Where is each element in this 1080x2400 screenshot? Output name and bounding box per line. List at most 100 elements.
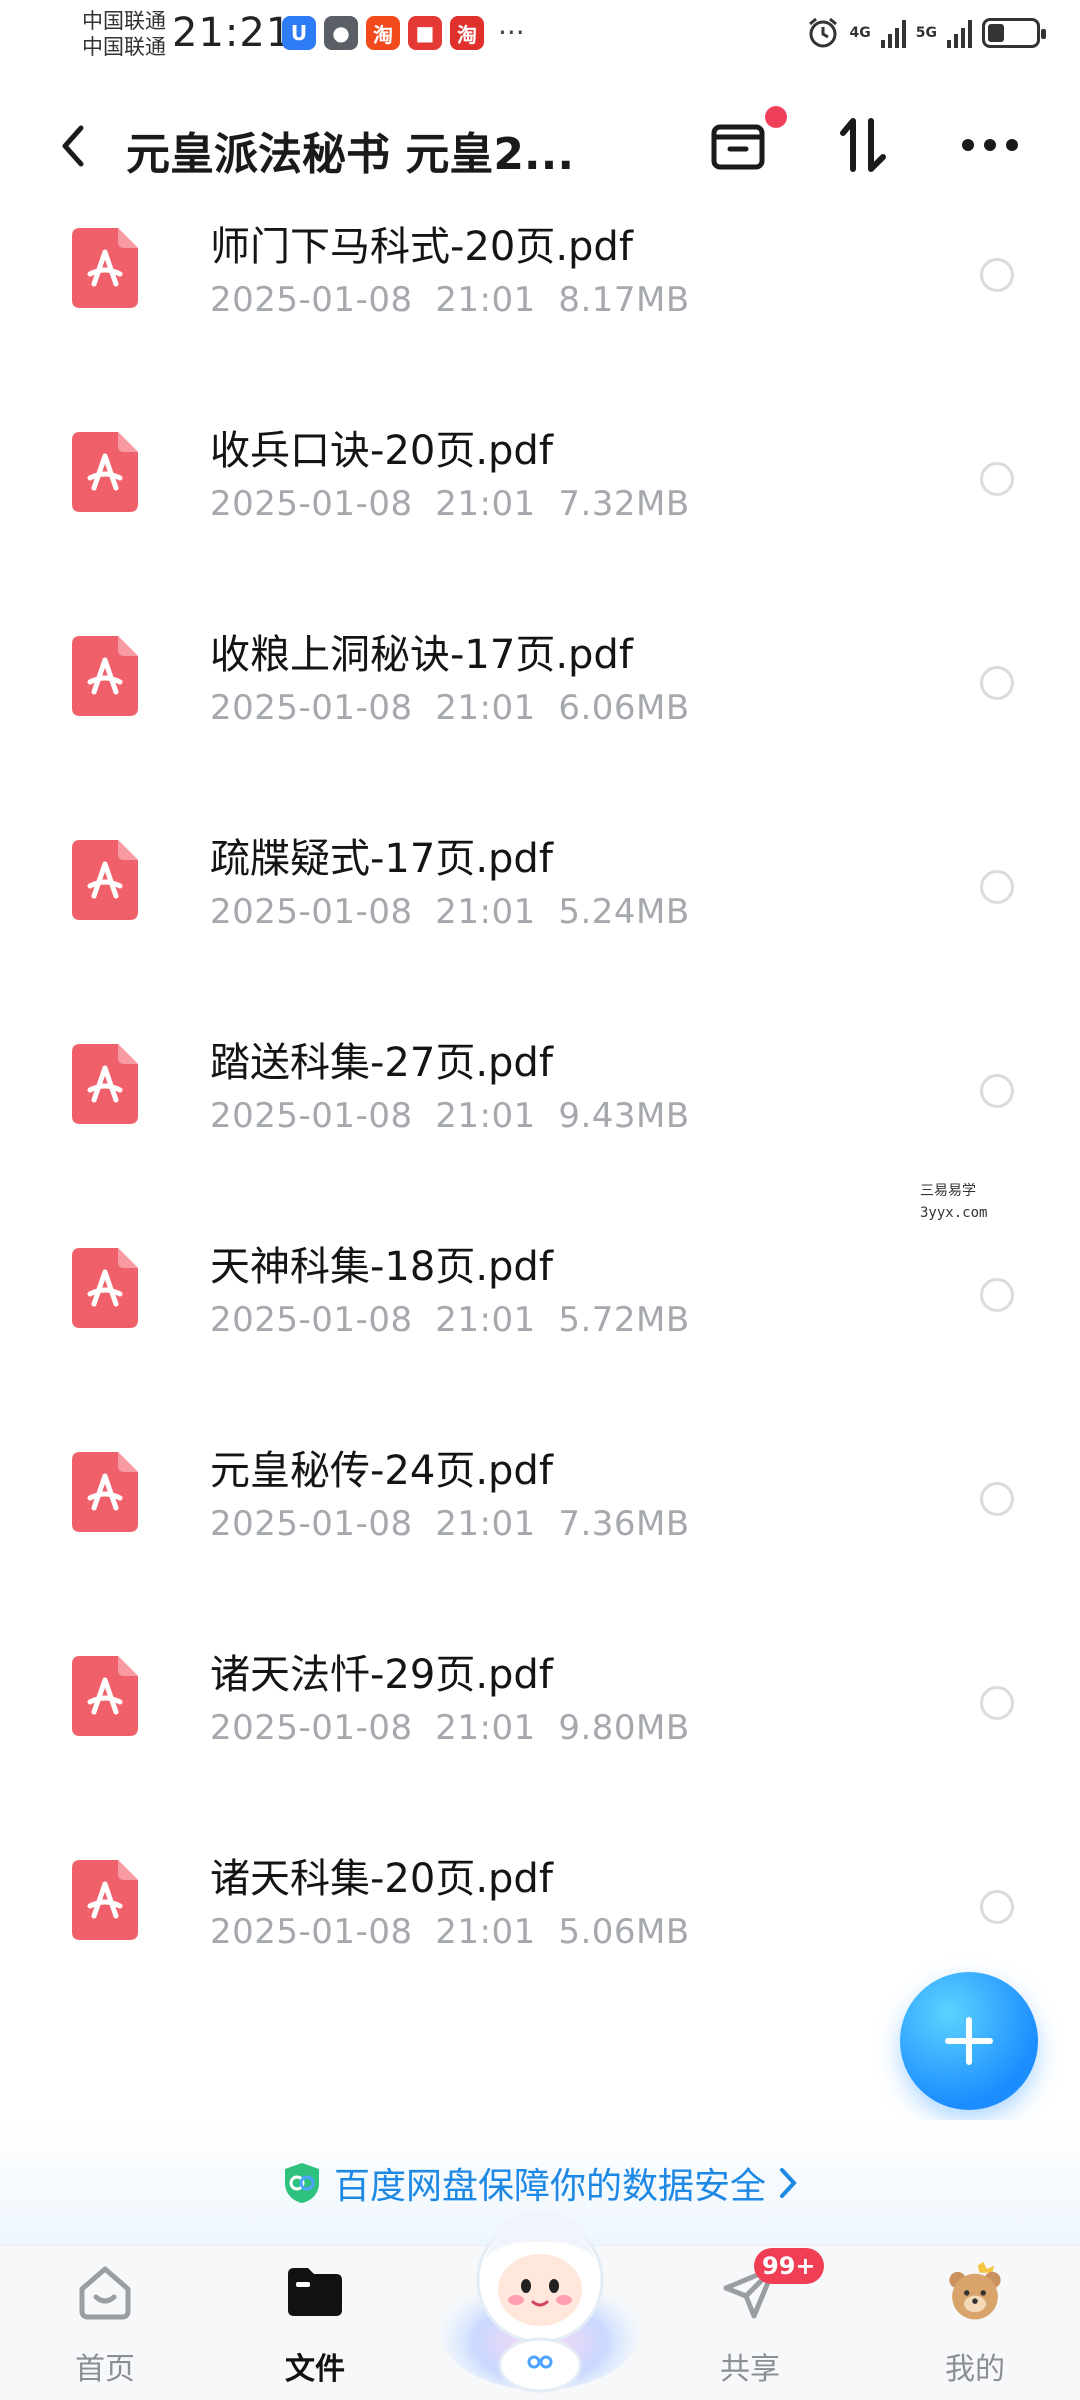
share-badge: 99+ — [754, 2248, 824, 2284]
file-size: 9.43MB — [558, 1096, 690, 1136]
file-name: 元皇秘传-24页.pdf — [210, 1448, 553, 1494]
watermark-line-2: 3yyx.com — [920, 1205, 988, 1221]
pdf-file-icon — [72, 432, 138, 512]
taobao-icon: 淘 — [366, 16, 400, 50]
uc-icon: U — [282, 16, 316, 50]
tab-share[interactable]: 99+ 共享 — [680, 2246, 824, 2400]
file-meta: 2025-01-08 21:01 9.43MB — [210, 1096, 690, 1136]
file-time: 21:01 — [435, 280, 536, 320]
file-time: 21:01 — [435, 688, 536, 728]
file-name: 师门下马科式-20页.pdf — [210, 224, 633, 270]
tab-share-label: 共享 — [720, 2352, 780, 2387]
signal-2-icon — [947, 18, 972, 48]
paper-plane-icon: 99+ — [718, 2248, 824, 2324]
pdf-file-icon — [72, 1044, 138, 1124]
file-size: 8.17MB — [558, 280, 690, 320]
file-row[interactable]: 诸天法忏-29页.pdf 2025-01-08 21:01 9.80MB — [0, 1590, 1080, 1794]
file-size: 5.72MB — [558, 1300, 690, 1340]
file-time: 21:01 — [435, 1912, 536, 1952]
file-row[interactable]: 踏送科集-27页.pdf 2025-01-08 21:01 9.43MB — [0, 978, 1080, 1182]
book-icon: ■ — [408, 16, 442, 50]
pdf-file-icon — [72, 228, 138, 308]
pdf-file-icon — [72, 636, 138, 716]
file-meta: 2025-01-08 21:01 7.32MB — [210, 484, 690, 524]
file-row[interactable]: 收兵口诀-20页.pdf 2025-01-08 21:01 7.32MB — [0, 366, 1080, 570]
file-meta: 2025-01-08 21:01 8.17MB — [210, 280, 690, 320]
add-button[interactable] — [900, 1972, 1038, 2110]
file-size: 5.06MB — [558, 1912, 690, 1952]
file-date: 2025-01-08 — [210, 484, 413, 524]
file-row[interactable]: 元皇秘传-24页.pdf 2025-01-08 21:01 7.36MB — [0, 1386, 1080, 1590]
select-checkbox[interactable] — [980, 1890, 1014, 1924]
notification-icons: U ● 淘 ■ 淘 ··· — [282, 16, 525, 50]
pdf-file-icon — [72, 1248, 138, 1328]
file-name: 收兵口诀-20页.pdf — [210, 428, 553, 474]
pdf-file-icon — [72, 1860, 138, 1940]
shield-icon — [284, 2162, 319, 2203]
file-row[interactable]: 诸天科集-20页.pdf 2025-01-08 21:01 5.06MB — [0, 1794, 1080, 1998]
file-time: 21:01 — [435, 1708, 536, 1748]
file-row[interactable]: 疏牒疑式-17页.pdf 2025-01-08 21:01 5.24MB — [0, 774, 1080, 978]
battery-icon — [982, 18, 1046, 48]
folder-icon — [283, 2260, 347, 2324]
mascot-assistant-button[interactable] — [430, 2180, 650, 2400]
plus-icon — [945, 2017, 993, 2065]
file-size: 6.06MB — [558, 688, 690, 728]
file-row[interactable]: 师门下马科式-20页.pdf 2025-01-08 21:01 8.17MB — [0, 162, 1080, 366]
network-type-2: 5G — [915, 25, 937, 41]
file-date: 2025-01-08 — [210, 688, 413, 728]
select-checkbox[interactable] — [980, 462, 1014, 496]
pdf-file-icon — [72, 1656, 138, 1736]
chevron-right-icon — [780, 2167, 797, 2198]
file-row[interactable]: 收粮上洞秘诀-17页.pdf 2025-01-08 21:01 6.06MB — [0, 570, 1080, 774]
select-checkbox[interactable] — [980, 666, 1014, 700]
file-size: 7.36MB — [558, 1504, 690, 1544]
file-name: 踏送科集-27页.pdf — [210, 1040, 553, 1086]
select-checkbox[interactable] — [980, 870, 1014, 904]
file-name: 收粮上洞秘诀-17页.pdf — [210, 632, 633, 678]
select-checkbox[interactable] — [980, 1278, 1014, 1312]
select-checkbox[interactable] — [980, 258, 1014, 292]
clock: 21:21 — [172, 10, 293, 56]
file-time: 21:01 — [435, 484, 536, 524]
file-size: 9.80MB — [558, 1708, 690, 1748]
file-meta: 2025-01-08 21:01 5.06MB — [210, 1912, 690, 1952]
select-checkbox[interactable] — [980, 1482, 1014, 1516]
taobao-icon: 淘 — [450, 16, 484, 50]
file-name: 天神科集-18页.pdf — [210, 1244, 553, 1290]
watermark: 三易易学 3yyx.com — [920, 1180, 987, 1224]
tab-mine[interactable]: 我的 — [905, 2246, 1045, 2400]
file-size: 5.24MB — [558, 892, 690, 932]
watermark-line-1: 三易易学 — [920, 1183, 976, 1199]
file-time: 21:01 — [435, 892, 536, 932]
file-time: 21:01 — [435, 1504, 536, 1544]
file-date: 2025-01-08 — [210, 1300, 413, 1340]
tab-home[interactable]: 首页 — [35, 2246, 175, 2400]
file-meta: 2025-01-08 21:01 6.06MB — [210, 688, 690, 728]
file-meta: 2025-01-08 21:01 7.36MB — [210, 1504, 690, 1544]
file-name: 疏牒疑式-17页.pdf — [210, 836, 553, 882]
select-checkbox[interactable] — [980, 1074, 1014, 1108]
file-row[interactable]: 天神科集-18页.pdf 2025-01-08 21:01 5.72MB — [0, 1182, 1080, 1386]
signal-1-icon — [880, 18, 906, 48]
carrier-names: 中国联通 中国联通 — [82, 8, 166, 60]
file-size: 7.32MB — [558, 484, 690, 524]
file-date: 2025-01-08 — [210, 1096, 413, 1136]
file-name: 诸天科集-20页.pdf — [210, 1856, 553, 1902]
file-meta: 2025-01-08 21:01 9.80MB — [210, 1708, 690, 1748]
file-time: 21:01 — [435, 1300, 536, 1340]
pdf-file-icon — [72, 840, 138, 920]
file-time: 21:01 — [435, 1096, 536, 1136]
tab-home-label: 首页 — [75, 2352, 135, 2387]
mascot-icon — [440, 2210, 640, 2393]
select-checkbox[interactable] — [980, 1686, 1014, 1720]
alarm-icon — [808, 17, 837, 48]
home-icon — [73, 2260, 137, 2324]
file-list: 师门下马科式-20页.pdf 2025-01-08 21:01 8.17MB 收兵口… — [0, 200, 1080, 1998]
file-date: 2025-01-08 — [210, 892, 413, 932]
system-indicators: 4G 5G — [806, 16, 1046, 50]
carrier-2: 中国联通 — [82, 35, 166, 59]
file-date: 2025-01-08 — [210, 1504, 413, 1544]
wechat-icon: ● — [324, 16, 358, 50]
tab-files[interactable]: 文件 — [245, 2246, 385, 2400]
